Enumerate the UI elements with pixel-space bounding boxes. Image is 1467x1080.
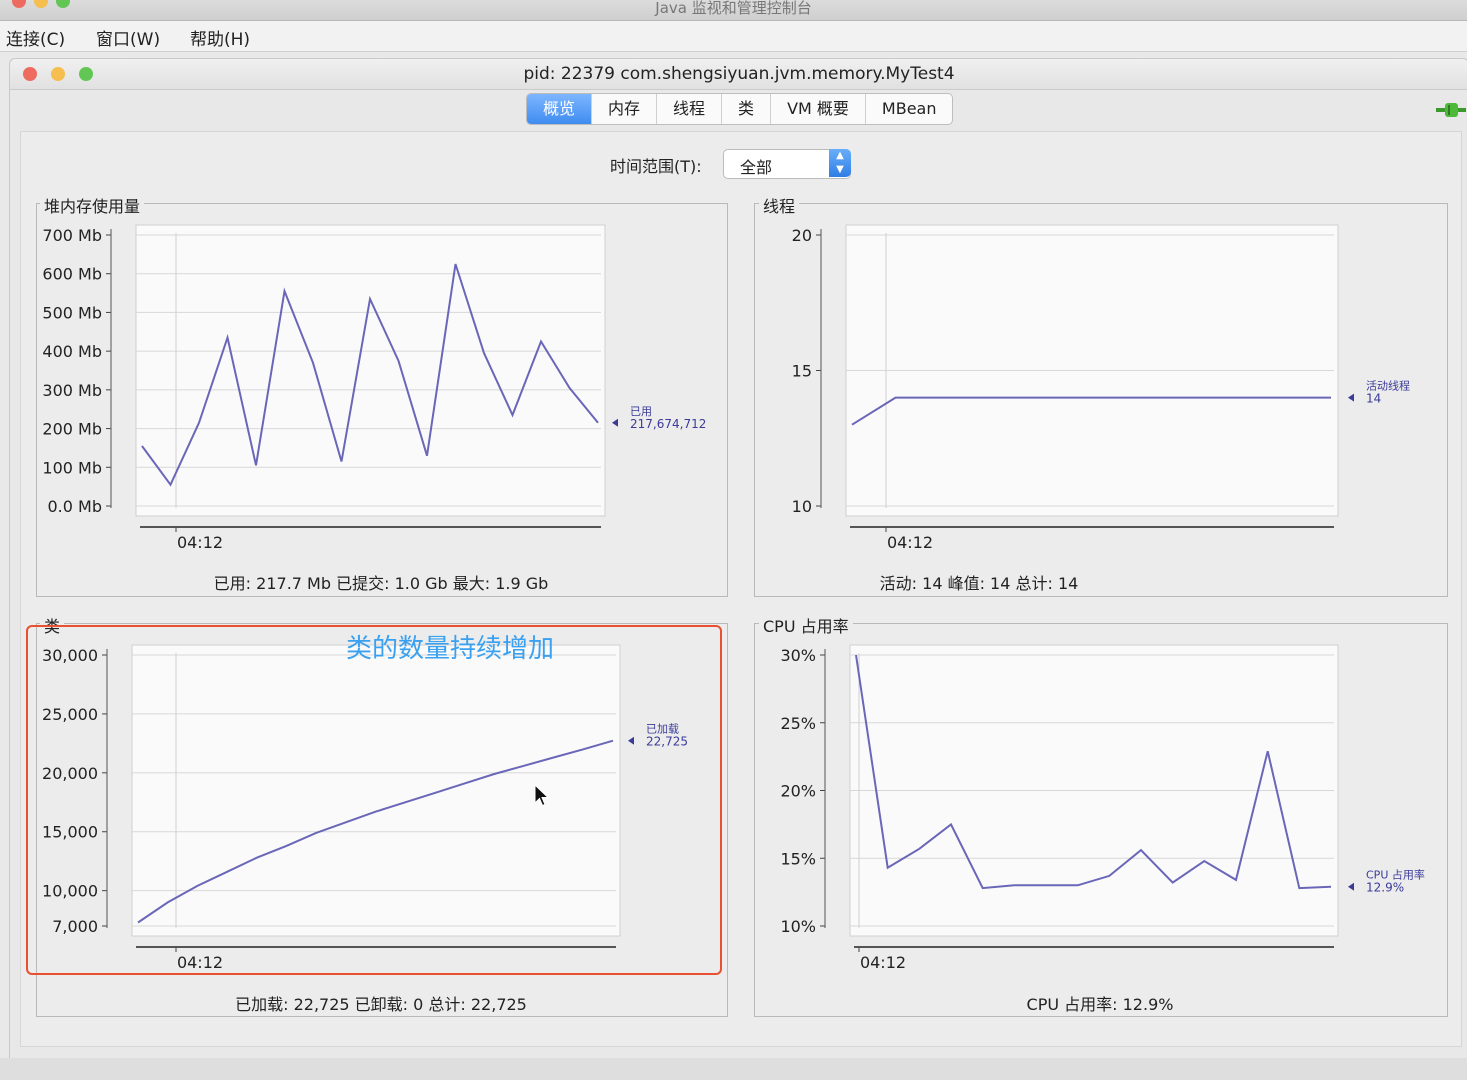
time-range-select[interactable]: 全部 ▲ ▼ [723,149,851,179]
plot-area [135,224,606,517]
heap-summary: 已用: 217.7 Mb 已提交: 1.0 Gb 最大: 1.9 Gb [213,574,549,593]
connection-plug-icon[interactable] [1436,101,1466,119]
y-tick-label: 0.0 Mb [48,497,103,516]
menu-help[interactable]: 帮助(H) [190,25,250,50]
menu-bar: 连接(C) 窗口(W) 帮助(H) [0,21,1467,52]
y-tick-label: 100 Mb [42,458,102,477]
tab-classes[interactable]: 类 [722,94,772,124]
y-tick-label: 15 [792,362,812,381]
heap-panel-title: 堆内存使用量 [40,193,145,217]
y-tick-label: 30% [780,646,816,665]
frame-title: pid: 22379 com.shengsiyuan.jvm.memory.My… [523,64,955,84]
threads-chart: 10 15 20 04:12 活动线程14 [792,224,1410,552]
x-tick-label: 04:12 [887,533,933,552]
tab-threads[interactable]: 线程 [657,94,723,124]
cpu-summary: CPU 占用率: 12.9% [1026,995,1174,1014]
cpu-chart: 10% 15% 20% 25% 30% 04:12 CPU 占用率12.9% [780,644,1425,972]
legend-marker [1348,882,1354,891]
y-tick-label: 600 Mb [42,265,102,284]
y-tick-label: 10% [780,917,816,936]
y-tick-label: 20% [780,782,816,801]
tab-bar: 概览 内存 线程 类 VM 概要 MBean [526,93,954,125]
classes-summary: 已加载: 22,725 已卸载: 0 总计: 22,725 [235,995,527,1014]
tab-overview[interactable]: 概览 [527,94,593,124]
dropdown-arrow-icon: ▲ ▼ [829,149,851,177]
mouse-cursor-icon [534,784,550,807]
y-tick-label: 20 [792,226,812,245]
y-tick-label: 700 Mb [42,226,102,245]
status-strip [0,1058,1467,1080]
tab-mbean[interactable]: MBean [866,94,953,124]
threads-summary: 活动: 14 峰值: 14 总计: 14 [754,570,1467,594]
y-tick-label: 500 Mb [42,303,102,322]
heap-chart: 0.0 Mb 100 Mb 200 Mb 300 Mb 400 Mb 500 Mb 600 … [42,224,706,552]
legend-current-value: 14 [1366,392,1381,406]
y-tick-label: 300 Mb [42,381,102,400]
time-range-label: 时间范围(T): [610,157,702,176]
legend-marker [612,418,618,427]
legend-series-name: 活动线程 [1366,379,1410,393]
threads-panel-title: 线程 [759,193,800,217]
annotation-text: 类的数量持续增加 [346,634,555,664]
y-tick-label: 10 [792,497,812,516]
legend-current-value: 12.9% [1366,881,1404,895]
cpu-panel-title: CPU 占用率 [759,613,853,637]
x-tick-label: 04:12 [177,533,223,552]
time-range-value: 全部 [740,158,773,177]
legend-marker [1348,393,1354,402]
legend-series-name: CPU 占用率 [1366,868,1425,882]
outer-title-bar: Java 监视和管理控制台 [0,0,1467,21]
tab-vm-summary[interactable]: VM 概要 [771,94,866,124]
y-tick-label: 25% [780,714,816,733]
y-tick-label: 200 Mb [42,420,102,439]
menu-connect[interactable]: 连接(C) [6,25,65,50]
internal-frame-title-bar: pid: 22379 com.shengsiyuan.jvm.memory.My… [10,59,1467,90]
annotation-highlight-box [26,625,722,975]
tab-memory[interactable]: 内存 [592,94,658,124]
outer-window-title: Java 监视和管理控制台 [655,0,812,17]
threads-summary-text: 活动: 14 峰值: 14 总计: 14 [879,574,1079,593]
menu-window[interactable]: 窗口(W) [96,25,160,50]
legend-current-value: 217,674,712 [630,417,706,431]
y-tick-label: 15% [780,849,816,868]
x-tick-label: 04:12 [860,953,906,972]
y-tick-label: 400 Mb [42,342,102,361]
